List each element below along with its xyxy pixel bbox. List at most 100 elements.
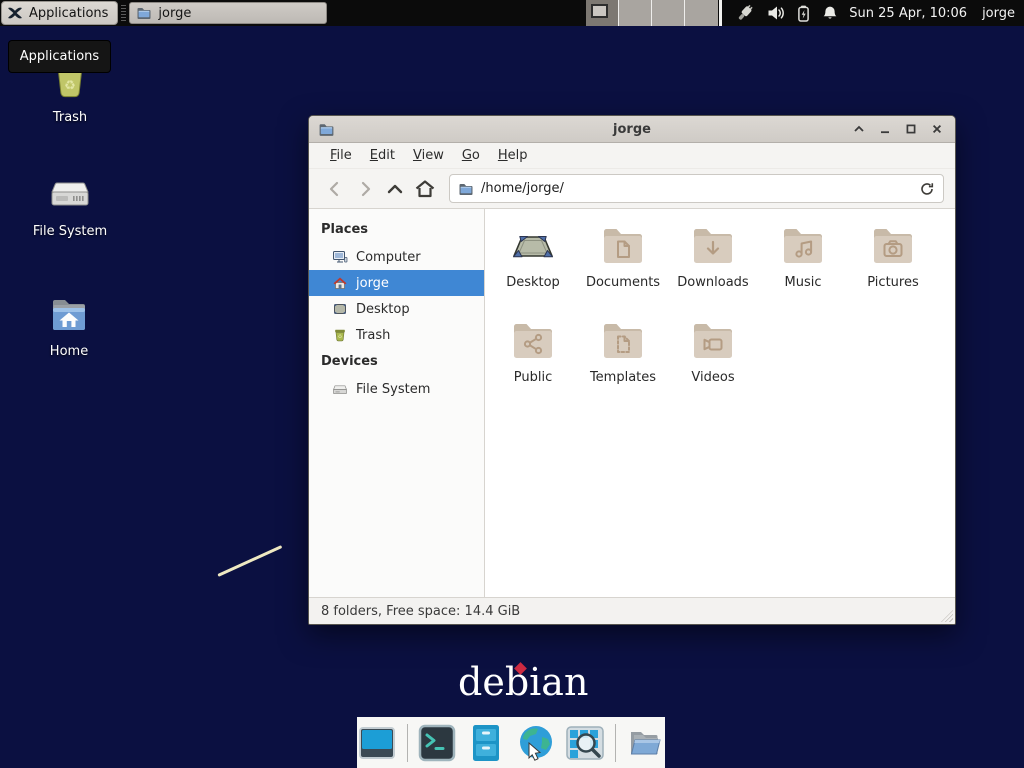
taskbar-item-jorge[interactable]: jorge (129, 2, 327, 24)
file-public[interactable]: Public (488, 317, 578, 412)
file-desktop[interactable]: Desktop (488, 222, 578, 317)
file-cabinet-icon (466, 723, 506, 763)
dock-separator (615, 724, 616, 762)
workspace-window-preview (591, 4, 608, 18)
volume-icon[interactable] (767, 5, 785, 21)
directory-menu-launcher[interactable] (625, 722, 666, 764)
videos-folder-icon (689, 317, 737, 365)
peripheral-icon[interactable] (735, 3, 755, 23)
desktop-icon-file-system[interactable]: File System (20, 170, 120, 239)
desktop-icon-label: File System (20, 224, 120, 239)
directory-menu-icon (625, 723, 665, 763)
workspace-2[interactable] (619, 0, 652, 26)
file-manager-launcher[interactable] (466, 722, 507, 764)
forward-button[interactable] (350, 174, 380, 204)
app-finder-icon (565, 723, 605, 763)
sidebar-item-label: Trash (356, 328, 390, 343)
path-input[interactable] (481, 181, 912, 196)
workspace-1[interactable] (586, 0, 619, 26)
documents-folder-icon (599, 222, 647, 270)
window-titlebar[interactable]: jorge (309, 116, 955, 143)
resize-grip[interactable] (941, 610, 953, 622)
panel-handle[interactable] (121, 5, 126, 21)
desktop-settings-launcher[interactable] (357, 722, 398, 764)
file-videos[interactable]: Videos (668, 317, 758, 412)
clock[interactable]: Sun 25 Apr, 10:06 (849, 6, 967, 21)
sidebar-item-label: jorge (356, 276, 389, 291)
home-button[interactable] (410, 174, 440, 204)
menu-file[interactable]: File (321, 145, 361, 166)
file-label: Documents (586, 275, 660, 290)
file-label: Public (514, 370, 552, 385)
toolbar (309, 169, 955, 209)
close-button[interactable] (928, 120, 946, 138)
terminal-icon (417, 723, 457, 763)
statusbar-text: 8 folders, Free space: 14.4 GiB (321, 604, 520, 619)
dock-separator (407, 724, 408, 762)
file-label: Pictures (867, 275, 918, 290)
bell-icon[interactable] (822, 5, 838, 21)
svg-text:♻: ♻ (338, 334, 343, 340)
menu-go[interactable]: Go (453, 145, 489, 166)
window-body: Places Computer (309, 209, 955, 597)
terminal-launcher[interactable] (416, 722, 457, 764)
workspace-3[interactable] (652, 0, 685, 26)
shade-button[interactable] (850, 120, 868, 138)
statusbar: 8 folders, Free space: 14.4 GiB (309, 597, 955, 624)
sidebar-item-jorge[interactable]: jorge (309, 270, 484, 296)
home-folder-icon (45, 290, 93, 338)
applications-menu-button[interactable]: Applications (1, 1, 118, 25)
trash-small-icon: ♻ (332, 327, 348, 343)
public-folder-icon (509, 317, 557, 365)
system-tray (735, 3, 838, 23)
templates-folder-icon (599, 317, 647, 365)
desktop-icon-home[interactable]: Home (19, 290, 119, 359)
username-menu[interactable]: jorge (982, 6, 1015, 21)
file-downloads[interactable]: Downloads (668, 222, 758, 317)
maximize-button[interactable] (902, 120, 920, 138)
applications-tooltip: Applications (8, 40, 111, 73)
sidebar: Places Computer (309, 209, 485, 597)
file-label: Videos (691, 370, 734, 385)
web-browser-launcher[interactable] (516, 722, 557, 764)
pictures-folder-icon (869, 222, 917, 270)
panel-separator (719, 0, 722, 26)
file-templates[interactable]: Templates (578, 317, 668, 412)
menu-help[interactable]: Help (489, 145, 537, 166)
workspace-4[interactable] (685, 0, 718, 26)
sidebar-item-file-system[interactable]: File System (309, 376, 484, 402)
home-icon (332, 275, 348, 291)
debian-logo: debian (458, 660, 588, 704)
menu-view[interactable]: View (404, 145, 453, 166)
taskbar-item-label: jorge (158, 6, 191, 21)
sidebar-item-desktop[interactable]: Desktop (309, 296, 484, 322)
workspace-pager (586, 0, 718, 26)
file-pictures[interactable]: Pictures (848, 222, 938, 317)
desktop-icon-label: Trash (20, 110, 120, 125)
pathbar-folder-icon (458, 181, 474, 197)
dock-panel (357, 717, 665, 768)
file-music[interactable]: Music (758, 222, 848, 317)
folder-icon (136, 5, 152, 21)
menubar: File Edit View Go Help (309, 143, 955, 169)
minimize-button[interactable] (876, 120, 894, 138)
sidebar-item-label: File System (356, 382, 430, 397)
desktop-settings-icon (357, 723, 397, 763)
sidebar-header-places: Places (309, 216, 484, 244)
sidebar-item-trash[interactable]: ♻ Trash (309, 322, 484, 348)
top-panel: Applications jorge (0, 0, 1024, 26)
menu-edit[interactable]: Edit (361, 145, 404, 166)
file-label: Templates (590, 370, 656, 385)
up-button[interactable] (380, 174, 410, 204)
drive-small-icon (332, 381, 348, 397)
battery-icon[interactable] (797, 5, 810, 22)
stray-line-artifact (217, 545, 282, 577)
computer-icon (332, 249, 348, 265)
sidebar-item-computer[interactable]: Computer (309, 244, 484, 270)
file-label: Downloads (677, 275, 748, 290)
app-finder-launcher[interactable] (565, 722, 606, 764)
back-button[interactable] (320, 174, 350, 204)
file-documents[interactable]: Documents (578, 222, 668, 317)
music-folder-icon (779, 222, 827, 270)
reload-icon[interactable] (919, 181, 935, 197)
